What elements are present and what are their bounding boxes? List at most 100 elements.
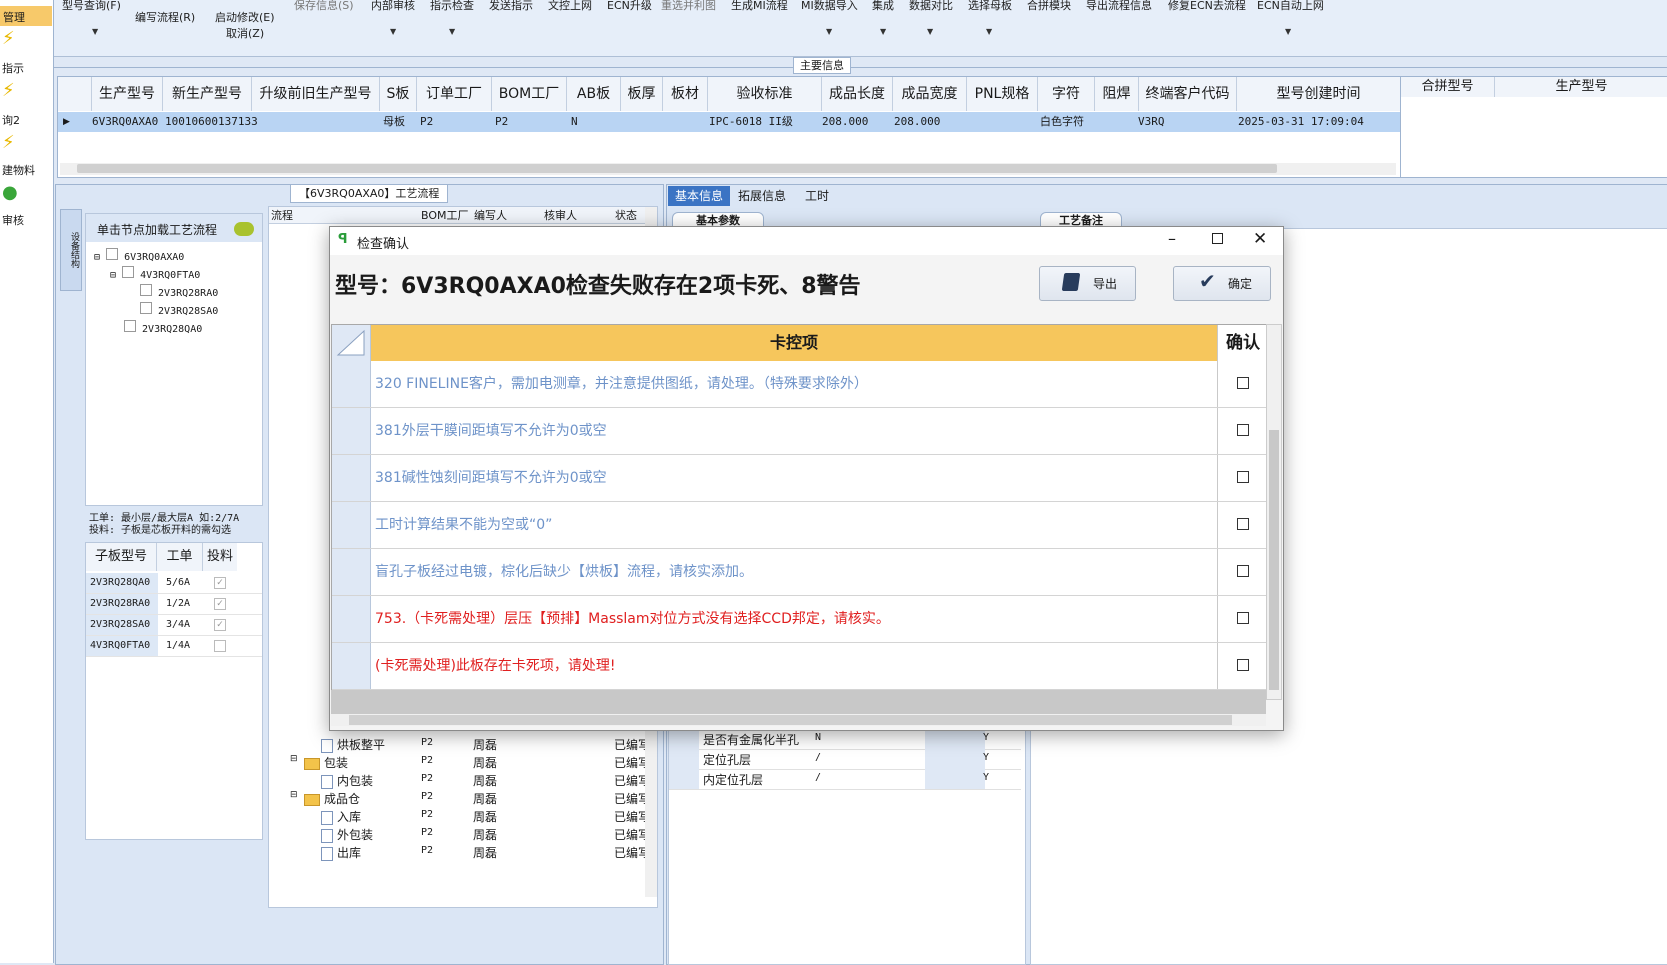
col-header[interactable]: 成品宽度 (893, 77, 967, 111)
ribbon-doc-online[interactable]: 文控上网 (548, 0, 592, 13)
collapse-icon[interactable]: ⊟ (290, 790, 298, 800)
check-row[interactable]: 381外层干膜间距填写不允许为0或空 (332, 408, 1267, 455)
nav-item-manage[interactable]: 管理 (3, 9, 51, 25)
chevron-down-icon[interactable]: ▼ (986, 27, 992, 36)
table-row[interactable]: 4V3RQ0FTA0 1/4A (86, 636, 262, 657)
nav-item-material[interactable]: ⚡ 建物料 (2, 134, 50, 178)
col-header[interactable]: 阻焊 (1095, 77, 1139, 111)
ribbon-query-model[interactable]: 型号查询(F) (62, 0, 121, 13)
col-header[interactable]: AB板 (567, 77, 621, 111)
col-header[interactable]: 订单工厂 (417, 77, 492, 111)
close-icon[interactable]: ✕ (1253, 229, 1267, 249)
confirm-checkbox[interactable] (1237, 471, 1249, 483)
flow-row[interactable]: 出库 P2 周磊 已编写 (269, 842, 645, 861)
chevron-down-icon[interactable]: ▼ (1285, 27, 1291, 36)
table-row[interactable]: 2V3RQ28SA0 3/4A ✓ (86, 615, 262, 636)
ribbon-data-compare[interactable]: 数据对比 (909, 0, 953, 13)
param-row[interactable]: 内定位孔层 / Y (669, 769, 1021, 790)
col-header[interactable]: BOM工厂 (421, 207, 469, 223)
comment-icon[interactable] (234, 222, 254, 236)
ribbon-internal-review[interactable]: 内部审核 (371, 0, 415, 13)
nav-item-indicate[interactable]: ⚡ 指示 (2, 30, 50, 76)
col-header[interactable]: PNL规格 (967, 77, 1038, 111)
dialog-vertical-scrollbar[interactable] (1266, 324, 1282, 700)
check-row[interactable]: 753.（卡死需处理）层压【预排】Masslam对位方式没有选择CCD邦定，请核… (332, 596, 1267, 643)
tab-extended-info[interactable]: 拓展信息 (733, 186, 791, 206)
feed-checkbox[interactable]: ✓ (214, 577, 226, 589)
table-row[interactable]: 2V3RQ28QA0 5/6A ✓ (86, 573, 262, 594)
confirm-checkbox[interactable] (1237, 424, 1249, 436)
col-header[interactable]: 字符 (1038, 77, 1095, 111)
dialog-horizontal-scrollbar[interactable] (331, 714, 1266, 726)
scroll-thumb[interactable] (349, 715, 1232, 725)
nav-item-review[interactable]: ● 审核 (2, 184, 50, 228)
col-header[interactable]: 终端客户代码 (1139, 77, 1237, 111)
ribbon-edit-flow[interactable]: 编写流程(R) (135, 9, 195, 25)
col-header-item[interactable]: 卡控项 (371, 325, 1217, 361)
ribbon-indicate-check[interactable]: 指示检查 (430, 0, 474, 13)
tree-node-root[interactable]: ⊟ 6V3RQ0AXA0 (94, 248, 184, 263)
col-header[interactable]: 验收标准 (708, 77, 822, 111)
ribbon-generate-mi[interactable]: 生成MI流程 (731, 0, 788, 13)
ribbon-merge-module[interactable]: 合拼模块 (1027, 0, 1071, 13)
col-header[interactable]: 板材 (663, 77, 708, 111)
ribbon-integrate[interactable]: 集成 (872, 0, 894, 13)
feed-checkbox[interactable]: ✓ (214, 598, 226, 610)
ribbon-select-mother[interactable]: 选择母板 (968, 0, 1012, 13)
ribbon-ecn-auto-online[interactable]: ECN自动上网 (1257, 0, 1324, 13)
tree-node[interactable]: 2V3RQ28SA0 (140, 302, 218, 317)
scroll-thumb[interactable] (1269, 430, 1279, 690)
chevron-down-icon[interactable]: ▼ (826, 27, 832, 36)
chevron-down-icon[interactable]: ▼ (880, 27, 886, 36)
col-header[interactable]: 新生产型号 (163, 77, 252, 111)
col-header[interactable]: S板 (380, 77, 417, 111)
confirm-checkbox[interactable] (1237, 565, 1249, 577)
tree-node[interactable]: 2V3RQ28RA0 (140, 284, 218, 299)
chevron-down-icon[interactable]: ▼ (449, 27, 455, 36)
flow-row[interactable]: 烘板整平 P2 周磊 已编写 (269, 734, 645, 753)
param-row[interactable]: 是否有金属化半孔 N Y (669, 729, 1021, 750)
col-header[interactable]: 编写人 (474, 207, 507, 223)
confirm-checkbox[interactable] (1237, 612, 1249, 624)
col-header[interactable]: 生产型号 (1495, 77, 1667, 97)
chevron-down-icon[interactable]: ▼ (390, 27, 396, 36)
chevron-down-icon[interactable]: ▼ (92, 27, 98, 36)
flow-row[interactable]: 入库 P2 周磊 已编写 (269, 806, 645, 825)
tab-work-hours[interactable]: 工时 (797, 186, 837, 206)
table-row[interactable]: 2V3RQ28RA0 1/2A ✓ (86, 594, 262, 615)
col-header[interactable]: 流程 (271, 207, 293, 223)
ribbon-start-modify[interactable]: 启动修改(E) (215, 9, 275, 25)
flow-row[interactable]: ⊟ 包装 P2 周磊 已编写 (269, 752, 645, 770)
ribbon-ecn-upgrade[interactable]: ECN升级 (607, 0, 652, 13)
feed-checkbox[interactable] (214, 640, 226, 652)
maximize-icon[interactable] (1212, 233, 1223, 244)
ribbon-send-indicate[interactable]: 发送指示 (489, 0, 533, 13)
collapse-icon[interactable]: ⊟ (290, 754, 298, 764)
tab-basic-info[interactable]: 基本信息 (668, 186, 730, 206)
col-header[interactable]: 合拼型号 (1401, 77, 1495, 97)
ribbon-mi-import[interactable]: MI数据导入 (801, 0, 858, 13)
col-header[interactable]: 成品长度 (822, 77, 893, 111)
check-row[interactable]: (卡死需处理)此板存在卡死项，请处理! (332, 643, 1267, 690)
flow-row[interactable]: ⊟ 成品仓 P2 周磊 已编写 (269, 788, 645, 806)
param-row[interactable]: 定位孔层 / Y (669, 749, 1021, 770)
ribbon-export-flow[interactable]: 导出流程信息 (1086, 0, 1152, 13)
tree-node[interactable]: 2V3RQ28QA0 (124, 320, 202, 335)
minimize-icon[interactable]: – (1168, 229, 1176, 248)
scroll-thumb[interactable] (77, 164, 1277, 173)
chevron-down-icon[interactable]: ▼ (927, 27, 933, 36)
confirm-checkbox[interactable] (1237, 518, 1249, 530)
ribbon-fix-ecn[interactable]: 修复ECN去流程 (1168, 0, 1246, 13)
export-button[interactable]: 导出 (1039, 266, 1136, 301)
col-header[interactable]: 工单 (157, 543, 203, 571)
col-header[interactable]: 生产型号 (92, 77, 163, 111)
col-header[interactable]: 子板型号 (86, 543, 157, 571)
col-header[interactable]: 型号创建时间 (1237, 77, 1400, 111)
check-row[interactable]: 盲孔子板经过电镀，棕化后缺少【烘板】流程，请核实添加。 (332, 549, 1267, 596)
horizontal-scrollbar[interactable] (60, 163, 1396, 175)
ribbon-save-info[interactable]: 保存信息(S) (294, 0, 354, 13)
confirm-checkbox[interactable] (1237, 659, 1249, 671)
flow-row[interactable]: 外包装 P2 周磊 已编写 (269, 824, 645, 843)
ribbon-cancel[interactable]: 取消(Z) (226, 25, 264, 41)
check-row[interactable]: 381碱性蚀刻间距填写不允许为0或空 (332, 455, 1267, 502)
